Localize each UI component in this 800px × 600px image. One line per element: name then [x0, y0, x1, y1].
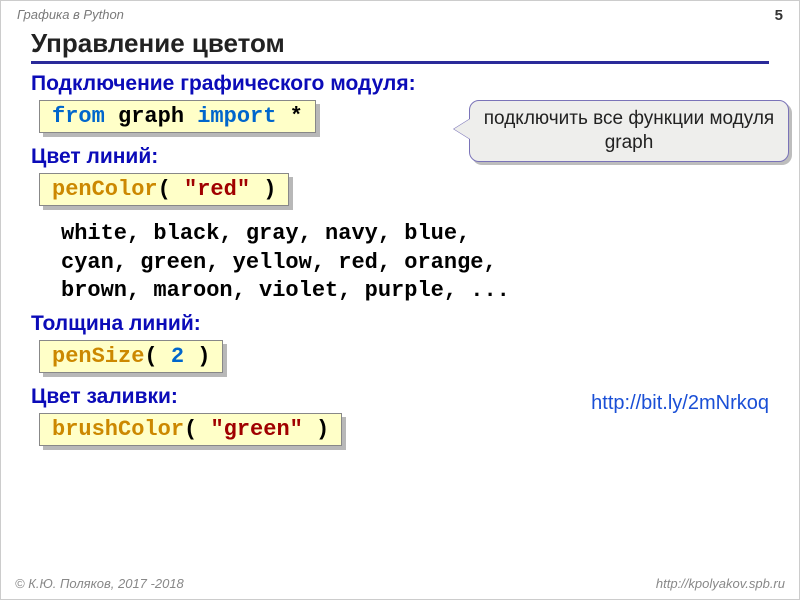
fn-pensize: penSize: [52, 344, 144, 369]
keyword-import: import: [197, 104, 276, 129]
color-list-line: white, black, gray, navy, blue,: [61, 220, 769, 249]
color-list-line: brown, maroon, violet, purple, ...: [61, 277, 769, 306]
code-box-pensize: penSize( 2 ): [39, 340, 223, 373]
color-list: white, black, gray, navy, blue, cyan, gr…: [61, 220, 769, 306]
fn-pencolor: penColor: [52, 177, 158, 202]
page-number: 5: [775, 7, 783, 24]
color-list-line: cyan, green, yellow, red, orange,: [61, 249, 769, 278]
arg-green: "green": [210, 417, 302, 442]
slide-title: Управление цветом: [31, 28, 769, 64]
footer-copyright: © К.Ю. Поляков, 2017 -2018: [15, 576, 184, 591]
fn-brushcolor: brushColor: [52, 417, 184, 442]
code-box-import: from graph import *: [39, 100, 316, 133]
module-name: graph: [105, 104, 197, 129]
header-bar: Графика в Python 5: [1, 1, 799, 26]
footer: © К.Ю. Поляков, 2017 -2018 http://kpolya…: [1, 572, 799, 595]
code-box-pencolor: penColor( "red" ): [39, 173, 289, 206]
code-box-brushcolor: brushColor( "green" ): [39, 413, 342, 446]
arg-two: 2: [171, 344, 184, 369]
breadcrumb: Графика в Python: [17, 7, 124, 24]
callout-tooltip: подключить все функции модуля graph: [469, 100, 789, 162]
footer-url: http://kpolyakov.spb.ru: [656, 576, 785, 591]
section-heading-pensize: Толщина линий:: [31, 312, 769, 336]
arg-red: "red": [184, 177, 250, 202]
keyword-from: from: [52, 104, 105, 129]
import-star: *: [276, 104, 302, 129]
section-heading-import: Подключение графического модуля:: [31, 72, 769, 96]
external-link[interactable]: http://bit.ly/2mNrkoq: [591, 392, 769, 415]
